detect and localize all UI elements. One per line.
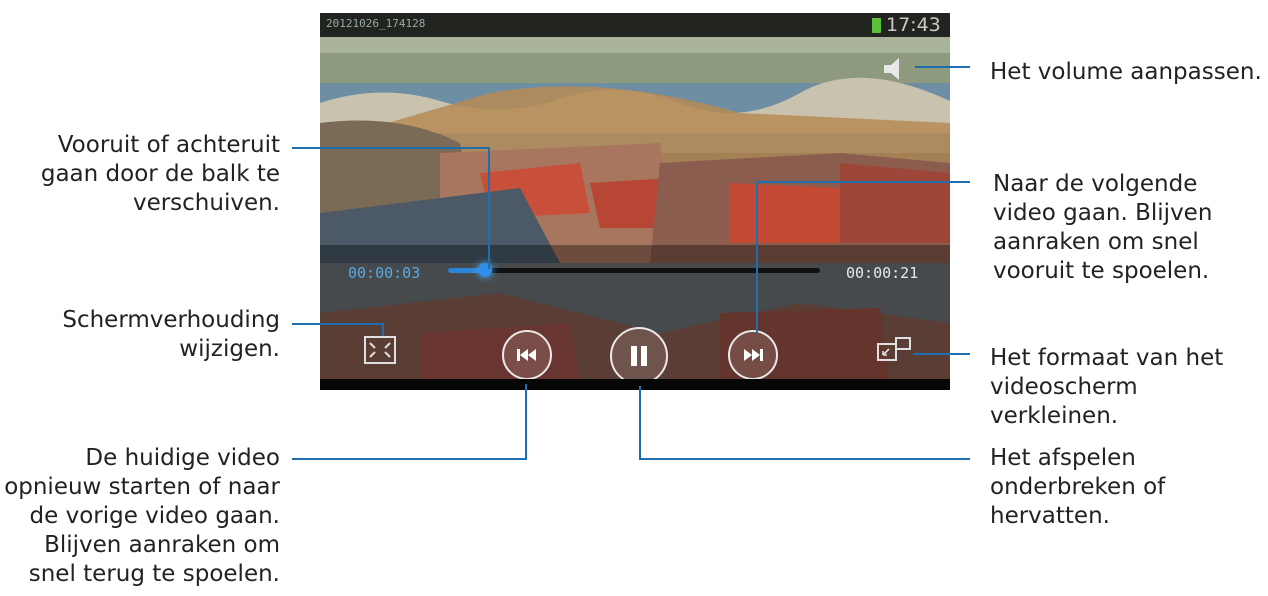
callout-prev-line: de vorige video gaan. <box>29 503 280 529</box>
volume-button[interactable] <box>880 53 912 85</box>
video-player-screen: 20121026_174128 17:43 00:00:03 00:00:21 <box>320 13 950 390</box>
callout-line-aspect <box>292 323 384 325</box>
callout-pause: Het afspelen onderbreken of hervatten. <box>990 444 1165 531</box>
callout-line-popup <box>913 353 970 355</box>
callout-line-prev <box>292 458 527 460</box>
callout-prev: De huidige video opnieuw starten of naar… <box>4 444 280 589</box>
callout-pause-line: Het afspelen <box>990 445 1136 471</box>
callout-line-prev <box>525 384 527 460</box>
callout-popup-line: Het formaat van het <box>990 345 1224 371</box>
callout-line-seek <box>292 147 490 149</box>
callout-prev-line: snel terug te spoelen. <box>28 561 280 587</box>
clock: 17:43 <box>886 14 941 36</box>
pause-button[interactable] <box>610 327 668 385</box>
bottom-bar <box>320 379 950 390</box>
popup-player-button[interactable] <box>874 334 914 366</box>
callout-line-pause <box>639 458 970 460</box>
callout-line-seek <box>488 147 490 269</box>
callout-popup-line: verkleinen. <box>990 403 1119 429</box>
callout-next-line: video gaan. Blijven <box>993 200 1213 226</box>
callout-volume: Het volume aanpassen. <box>990 58 1262 87</box>
callout-next-line: aanraken om snel <box>993 229 1199 255</box>
seek-bar[interactable] <box>448 263 820 277</box>
callout-volume-line: Het volume aanpassen. <box>990 59 1262 85</box>
time-elapsed: 00:00:03 <box>348 264 421 282</box>
time-total: 00:00:21 <box>846 264 919 282</box>
next-button[interactable] <box>728 330 778 380</box>
aspect-ratio-button[interactable] <box>362 334 398 366</box>
callout-aspect: Schermverhouding wijzigen. <box>62 306 280 364</box>
callout-line-next <box>756 181 758 333</box>
callout-line-pause <box>639 386 641 460</box>
callout-seek: Vooruit of achteruit gaan door de balk t… <box>41 131 280 218</box>
volume-icon <box>884 58 899 80</box>
callout-aspect-line: Schermverhouding <box>62 307 280 333</box>
callout-next-line: Naar de volgende <box>993 171 1198 197</box>
previous-button[interactable] <box>502 330 552 380</box>
callout-pause-line: onderbreken of <box>990 474 1166 500</box>
callout-seek-line: verschuiven. <box>132 190 280 216</box>
battery-icon <box>872 18 881 33</box>
callout-prev-line: Blijven aanraken om <box>44 532 280 558</box>
status-bar: 20121026_174128 17:43 <box>320 13 950 37</box>
callout-line-volume <box>915 66 970 68</box>
popup-player-icon <box>877 337 911 361</box>
callout-prev-line: opnieuw starten of naar <box>4 474 280 500</box>
pause-icon <box>631 346 647 366</box>
callout-pause-line: hervatten. <box>990 503 1110 529</box>
callout-seek-line: Vooruit of achteruit <box>57 132 280 158</box>
callout-line-next <box>756 181 970 183</box>
previous-icon <box>517 349 536 361</box>
callout-popup-line: videoscherm <box>990 374 1138 400</box>
callout-prev-line: De huidige video <box>85 445 280 471</box>
callout-aspect-line: wijzigen. <box>179 336 280 362</box>
next-icon <box>744 349 763 361</box>
aspect-ratio-icon <box>364 336 396 364</box>
callout-next-line: vooruit te spoelen. <box>993 258 1210 284</box>
callout-seek-line: gaan door de balk te <box>40 161 280 187</box>
callout-popup: Het formaat van het videoscherm verklein… <box>990 344 1223 431</box>
callout-line-aspect <box>382 323 384 336</box>
file-name: 20121026_174128 <box>326 17 426 30</box>
callout-next: Naar de volgende video gaan. Blijven aan… <box>993 170 1212 286</box>
